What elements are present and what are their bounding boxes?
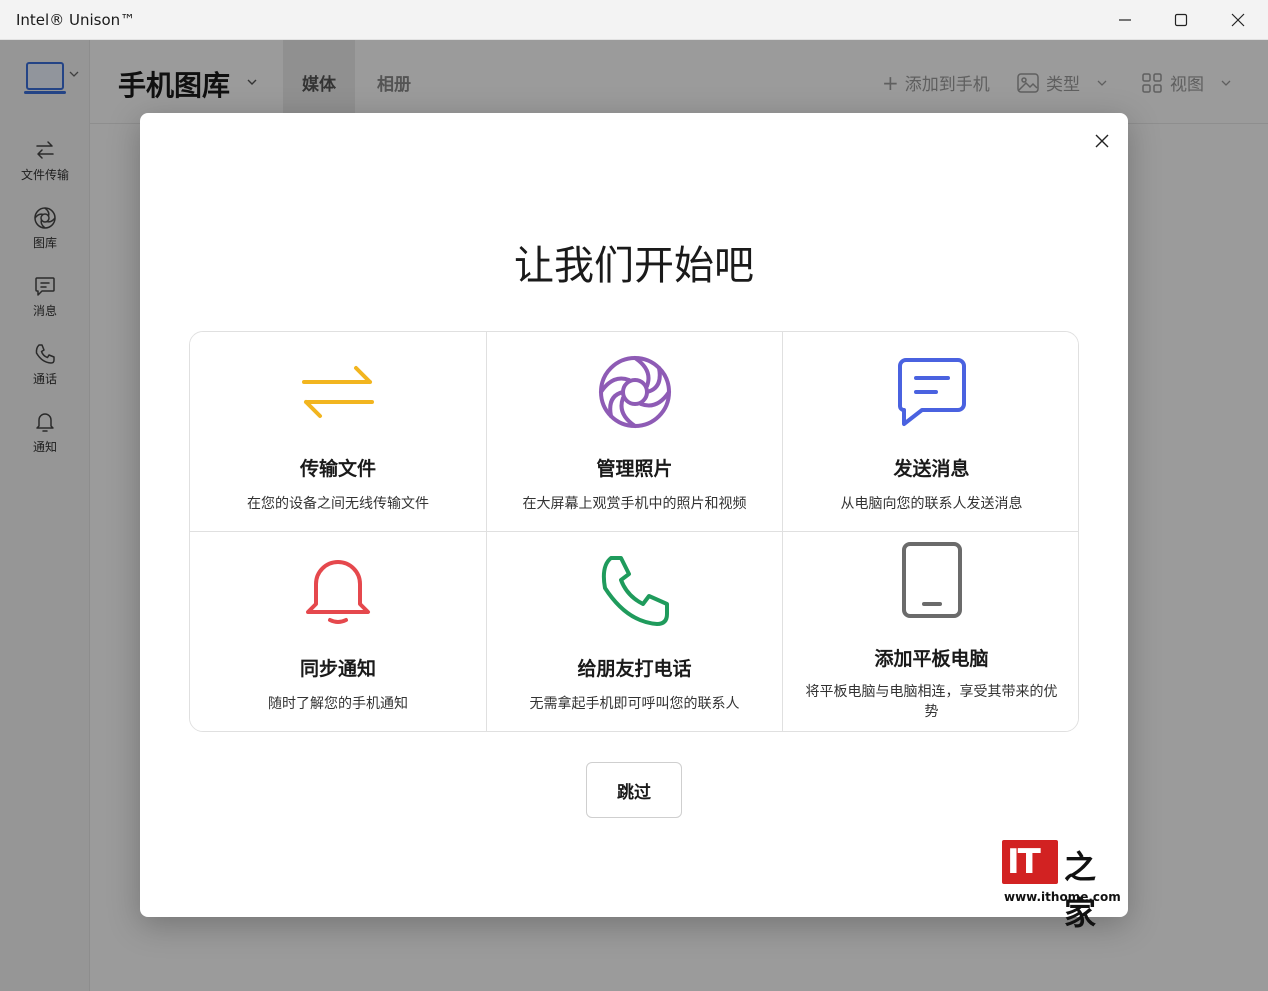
skip-button[interactable]: 跳过 <box>586 762 682 818</box>
feature-card-transfer[interactable]: 传输文件 在您的设备之间无线传输文件 <box>190 332 487 532</box>
minimize-icon <box>1119 19 1131 21</box>
feature-card-desc: 从电脑向您的联系人发送消息 <box>840 496 1023 512</box>
phone-icon <box>601 556 669 626</box>
feature-card-title: 传输文件 <box>299 458 376 480</box>
feature-card-desc: 将平板电脑与电脑相连，享受其带来的优势 <box>805 684 1058 720</box>
close-icon <box>1095 134 1109 148</box>
dialog-close-button[interactable] <box>1090 129 1114 153</box>
maximize-button[interactable] <box>1153 0 1209 40</box>
transfer-arrows-icon <box>302 366 374 418</box>
window-close-button[interactable] <box>1210 0 1266 40</box>
feature-card-tablet[interactable]: 添加平板电脑 将平板电脑与电脑相连，享受其带来的优势 <box>783 532 1078 731</box>
maximize-icon <box>1174 13 1188 27</box>
aperture-icon <box>598 356 671 428</box>
feature-card-photos[interactable]: 管理照片 在大屏幕上观赏手机中的照片和视频 <box>487 332 783 532</box>
tablet-icon <box>901 542 962 618</box>
minimize-button[interactable] <box>1097 0 1153 40</box>
close-icon <box>1231 13 1245 27</box>
title-bar: Intel® Unison™ <box>0 0 1268 40</box>
feature-card-title: 管理照片 <box>596 458 673 480</box>
feature-card-desc: 在大屏幕上观赏手机中的照片和视频 <box>522 496 747 512</box>
dialog-title: 让我们开始吧 <box>514 243 754 289</box>
feature-card-desc: 无需拿起手机即可呼叫您的联系人 <box>529 696 740 712</box>
feature-card-title: 给朋友打电话 <box>577 658 692 680</box>
onboarding-dialog: 让我们开始吧 传输文件 在您的设备之间无线传输文件 管理照片 在大屏幕上观赏手机… <box>140 113 1128 917</box>
feature-card-calls[interactable]: 给朋友打电话 无需拿起手机即可呼叫您的联系人 <box>487 532 783 731</box>
ithome-logo-text: 之家 <box>1064 848 1097 932</box>
feature-card-title: 同步通知 <box>299 658 376 680</box>
watermark-url: www.ithome.com <box>1004 890 1121 904</box>
feature-card-notifications[interactable]: 同步通知 随时了解您的手机通知 <box>190 532 487 731</box>
ithome-logo <box>1002 840 1058 884</box>
bell-icon <box>306 560 370 624</box>
feature-card-title: 发送消息 <box>893 458 970 480</box>
feature-card-desc: 在您的设备之间无线传输文件 <box>247 496 429 512</box>
chat-icon <box>897 358 966 426</box>
feature-card-messages[interactable]: 发送消息 从电脑向您的联系人发送消息 <box>783 332 1078 532</box>
app-title: Intel® Unison™ <box>16 11 136 29</box>
ithome-watermark: 之家 www.ithome.com <box>1002 840 1121 932</box>
feature-card-desc: 随时了解您的手机通知 <box>268 696 408 712</box>
feature-card-title: 添加平板电脑 <box>874 648 989 670</box>
feature-grid: 传输文件 在您的设备之间无线传输文件 管理照片 在大屏幕上观赏手机中的照片和视频… <box>189 331 1079 732</box>
